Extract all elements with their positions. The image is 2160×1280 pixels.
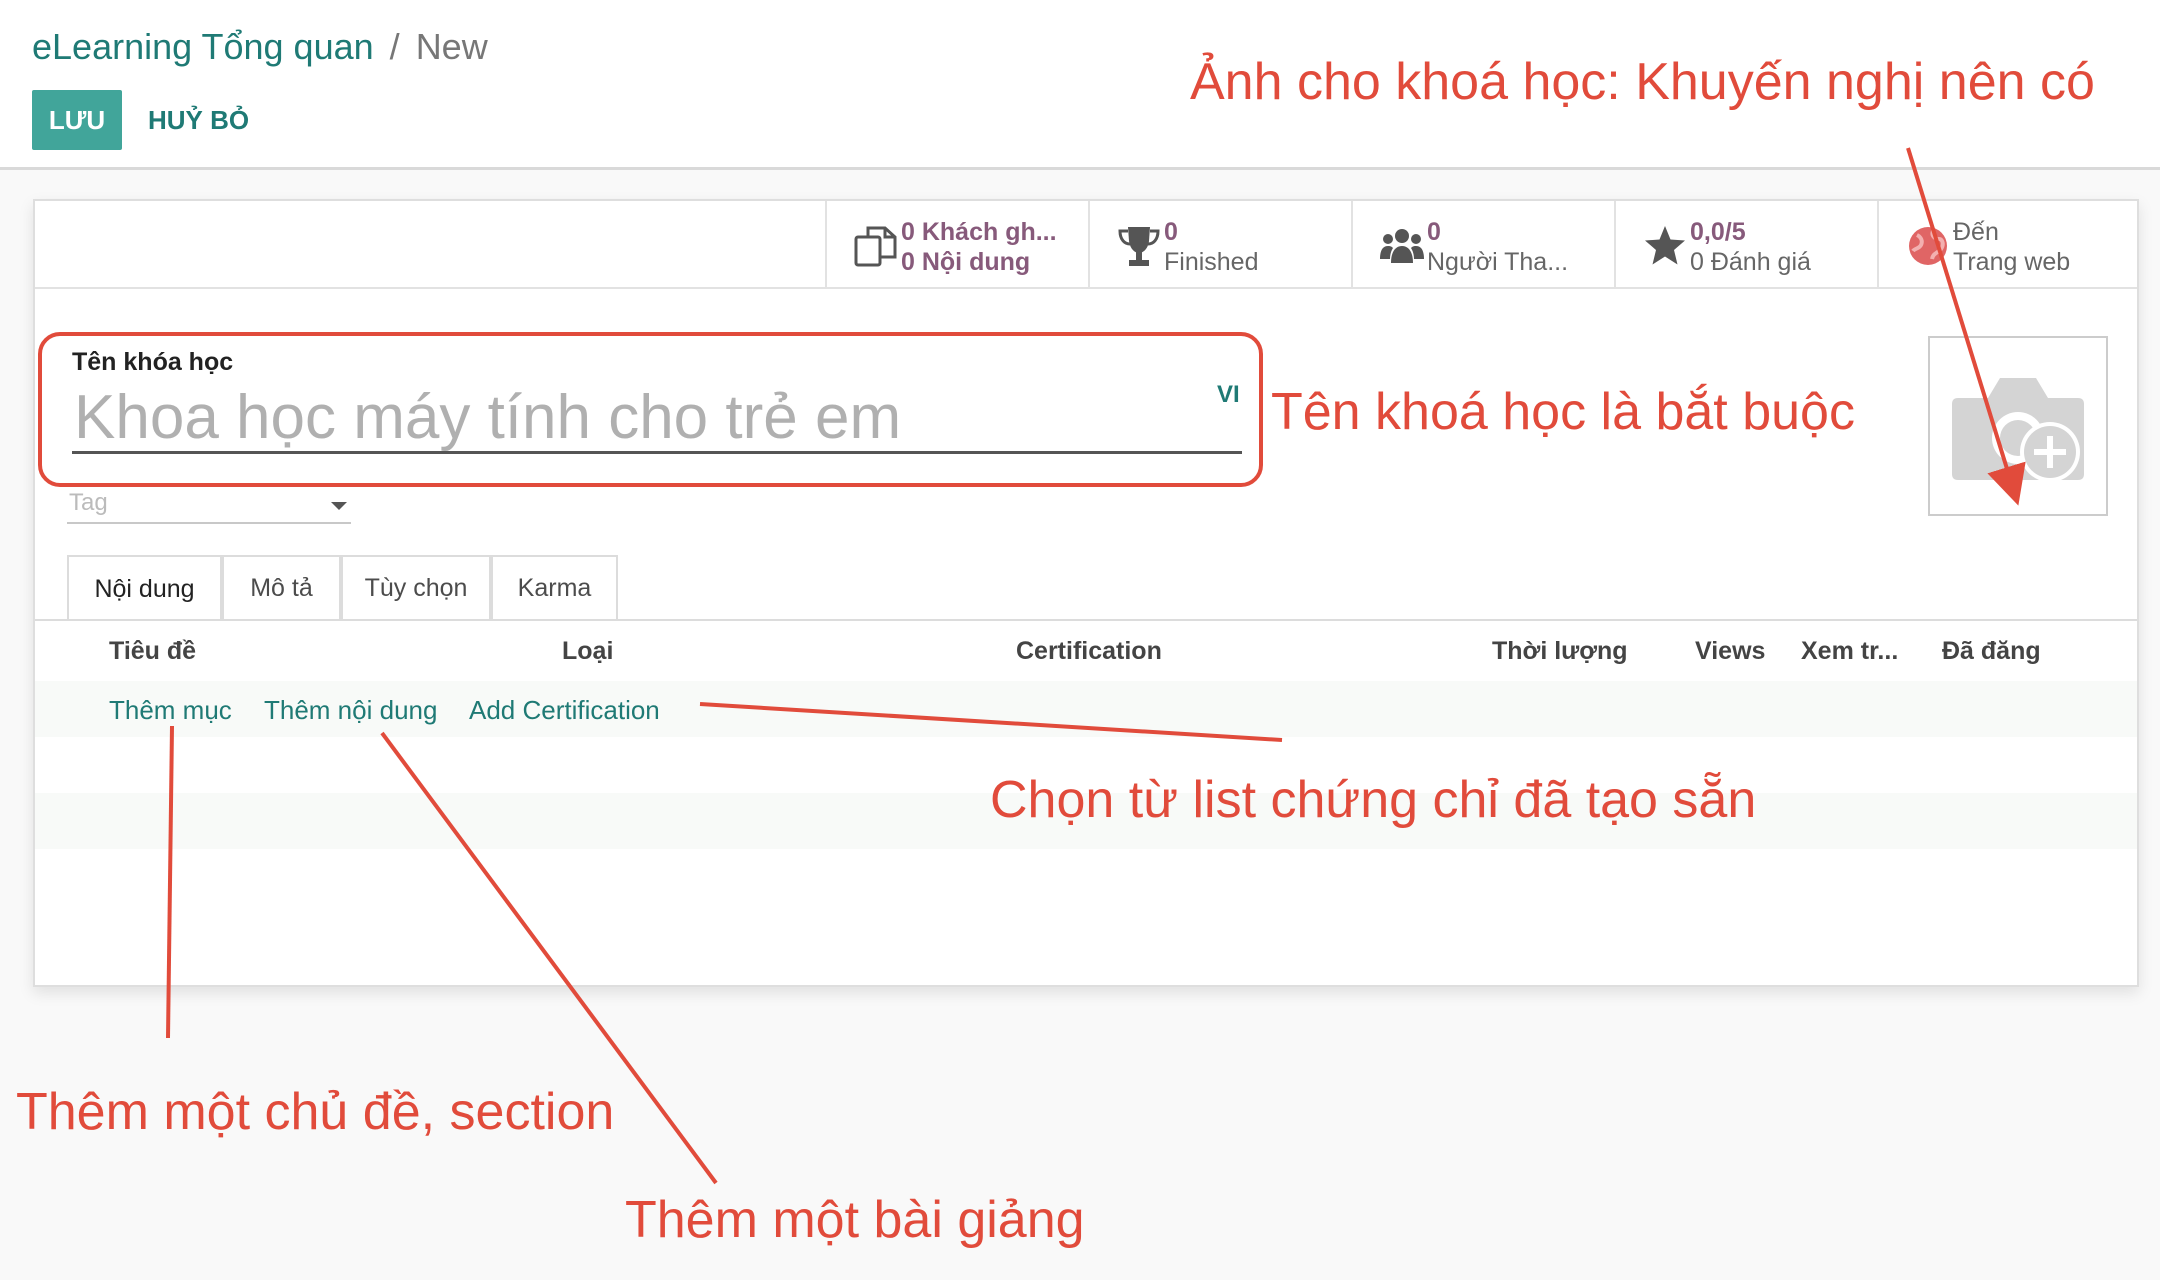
column-type[interactable]: Loại bbox=[562, 637, 613, 666]
name-annotation: Tên khoá học là bắt buộc bbox=[1271, 383, 1855, 441]
breadcrumb: eLearning Tổng quan / New bbox=[32, 26, 488, 68]
course-name-input[interactable] bbox=[72, 384, 1242, 454]
add-section-link[interactable]: Thêm mục bbox=[109, 695, 232, 726]
column-duration[interactable]: Thời lượng bbox=[1492, 637, 1628, 666]
certification-annotation: Chọn từ list chứng chỉ đã tạo sẵn bbox=[990, 771, 1757, 829]
users-icon bbox=[1380, 229, 1424, 263]
column-published[interactable]: Đã đăng bbox=[1942, 637, 2041, 666]
column-views[interactable]: Views bbox=[1695, 637, 1765, 666]
website-line1: Đến bbox=[1953, 218, 1999, 246]
star-icon bbox=[1645, 226, 1685, 265]
website-line2: Trang web bbox=[1953, 248, 2071, 276]
table-header: Tiêu đề Loại Certification Thời lượng Vi… bbox=[35, 621, 2137, 681]
tab-content[interactable]: Nội dung bbox=[67, 555, 222, 621]
rating-count: 0 Đánh giá bbox=[1690, 248, 1811, 276]
globe-icon bbox=[1909, 227, 1947, 265]
cancel-button[interactable]: HUỶ BỎ bbox=[140, 90, 257, 150]
chevron-down-icon[interactable] bbox=[331, 502, 347, 510]
content-count: 0 Nội dung bbox=[901, 248, 1031, 276]
smart-button-bar: 0 Khách gh... 0 Nội dung 0 Finished 0 Ng… bbox=[35, 201, 2137, 289]
save-button[interactable]: LƯU bbox=[32, 90, 122, 150]
column-preview[interactable]: Xem tr... bbox=[1801, 637, 1898, 666]
column-certification[interactable]: Certification bbox=[1016, 637, 1162, 666]
column-title[interactable]: Tiêu đề bbox=[109, 637, 196, 666]
add-certification-link[interactable]: Add Certification bbox=[469, 695, 660, 726]
section-annotation: Thêm một chủ đề, section bbox=[16, 1083, 615, 1141]
tab-karma[interactable]: Karma bbox=[491, 555, 618, 619]
attendees-label: Người Tha... bbox=[1427, 248, 1569, 276]
add-content-link[interactable]: Thêm nội dung bbox=[264, 695, 437, 726]
go-to-website-button[interactable]: Đến Trang web bbox=[1877, 201, 2140, 287]
rating-button[interactable]: 0,0/5 0 Đánh giá bbox=[1614, 201, 1877, 287]
breadcrumb-current: New bbox=[415, 26, 488, 67]
lesson-annotation: Thêm một bài giảng bbox=[625, 1191, 1085, 1249]
finished-button[interactable]: 0 Finished bbox=[1088, 201, 1351, 287]
course-name-highlight: Tên khóa học VI bbox=[38, 332, 1263, 487]
trophy-icon bbox=[1118, 227, 1160, 266]
tab-description[interactable]: Mô tả bbox=[222, 555, 341, 619]
form-sheet: 0 Khách gh... 0 Nội dung 0 Finished 0 Ng… bbox=[33, 199, 2139, 987]
tag-placeholder: Tag bbox=[69, 489, 108, 516]
invite-count: 0 Khách gh... bbox=[901, 218, 1057, 246]
copy-icon bbox=[854, 226, 897, 267]
attendees-count: 0 bbox=[1427, 218, 1441, 246]
course-image-upload[interactable] bbox=[1928, 336, 2108, 516]
image-annotation: Ảnh cho khoá học: Khuyến nghị nên có bbox=[1190, 53, 2095, 111]
tab-options[interactable]: Tùy chọn bbox=[341, 555, 491, 619]
attendees-button[interactable]: 0 Người Tha... bbox=[1351, 201, 1614, 287]
course-name-label: Tên khóa học bbox=[72, 348, 234, 376]
language-tag-button[interactable]: VI bbox=[1217, 381, 1240, 409]
rating-value: 0,0/5 bbox=[1690, 218, 1746, 246]
breadcrumb-separator: / bbox=[389, 26, 400, 67]
finished-label: Finished bbox=[1164, 248, 1259, 276]
camera-plus-icon bbox=[1952, 378, 2084, 482]
finished-count: 0 bbox=[1164, 218, 1178, 246]
tag-input[interactable]: Tag bbox=[67, 488, 351, 524]
invite-content-button[interactable]: 0 Khách gh... 0 Nội dung bbox=[825, 201, 1088, 287]
breadcrumb-root-link[interactable]: eLearning Tổng quan bbox=[32, 26, 374, 67]
